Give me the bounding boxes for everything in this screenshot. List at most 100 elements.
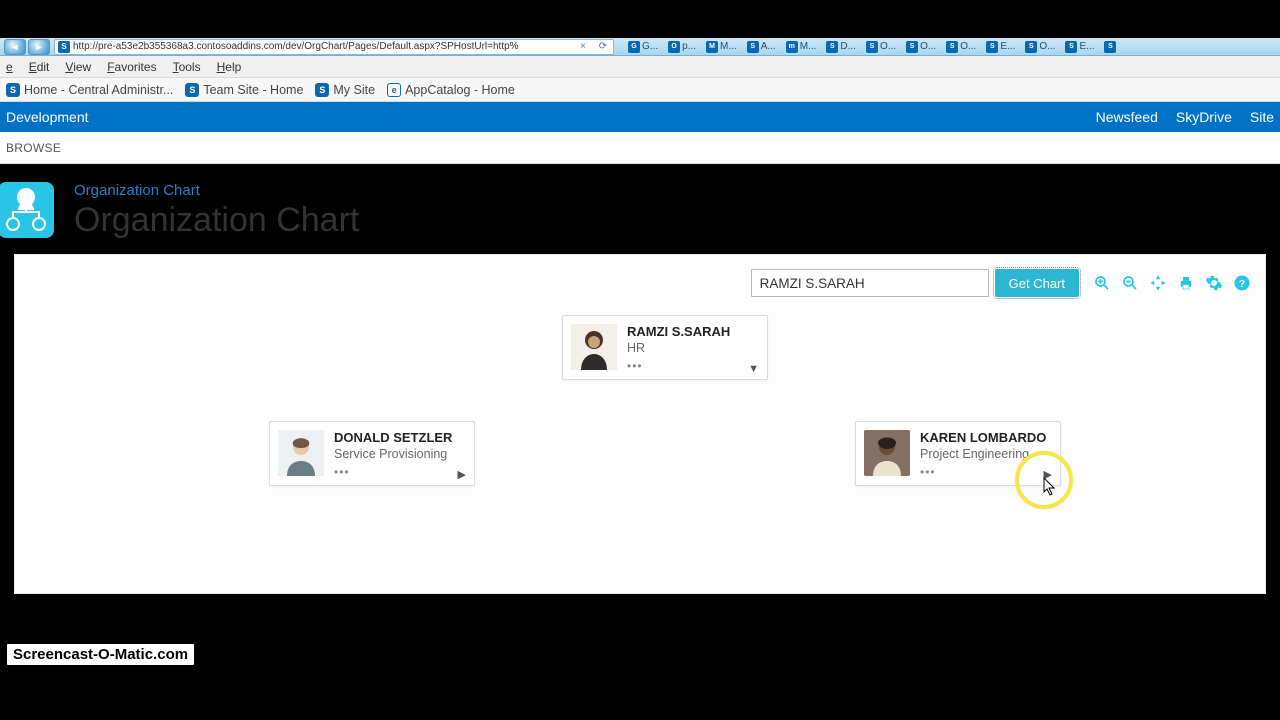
avatar [864,430,910,476]
tab-label: M... [800,41,817,52]
favorite-link[interactable]: e AppCatalog - Home [387,83,515,97]
tab-label: A... [761,41,776,52]
suite-left-label[interactable]: Development [6,109,89,125]
expand-right-icon[interactable]: ▶ [458,468,466,481]
favorite-favicon: S [185,83,199,97]
browser-tab[interactable]: S [1102,41,1120,53]
tab-favicon: S [866,41,878,53]
node-name: DONALD SETZLER [334,430,452,445]
tab-favicon: S [906,41,918,53]
tab-favicon: S [946,41,958,53]
favorite-favicon: S [6,83,20,97]
favorite-link[interactable]: S Home - Central Administr... [6,83,173,97]
sharepoint-favicon: S [58,41,70,53]
stop-icon[interactable]: × [576,40,590,54]
help-icon[interactable]: ? [1233,274,1251,292]
favorite-link[interactable]: S Team Site - Home [185,83,303,97]
favorites-bar: S Home - Central Administr... S Team Site -… [0,78,1280,102]
node-name: RAMZI S.SARAH [627,324,730,339]
tab-label: E... [1000,41,1015,52]
menu-item[interactable]: e [6,60,13,74]
black-letterbox-bottom [0,672,1280,720]
avatar [278,430,324,476]
browser-tab[interactable]: SO... [904,41,938,53]
browser-tab[interactable]: SE... [1063,41,1096,53]
browser-tab[interactable]: SE... [984,41,1017,53]
tab-favicon: S [747,41,759,53]
node-role: Service Provisioning [334,447,452,461]
favorite-favicon: e [387,83,401,97]
tab-favicon: M [706,41,718,53]
menu-item[interactable]: View [65,60,91,74]
favorite-label: AppCatalog - Home [405,83,515,97]
forward-button[interactable]: ► [28,39,50,55]
expand-down-icon[interactable]: ▼ [748,363,759,375]
tab-favicon: O [668,41,680,53]
address-bar[interactable]: S http://pre-a53e2b355368a3.contosoaddin… [54,39,614,55]
node-role: HR [627,341,730,355]
suite-link[interactable]: Newsfeed [1096,109,1158,125]
fit-icon[interactable] [1149,274,1167,292]
breadcrumb-eyebrow[interactable]: Organization Chart [74,182,359,199]
browser-tab[interactable]: MM... [704,41,739,53]
avatar [571,324,617,370]
suite-link[interactable]: SkyDrive [1176,109,1232,125]
refresh-icon[interactable]: ⟳ [596,40,610,54]
tab-favicon: S [1065,41,1077,53]
favorite-label: My Site [333,83,375,97]
node-more-icon[interactable]: ••• [627,359,730,373]
tab-label: p... [682,41,696,52]
browser-tab[interactable]: SD... [824,41,858,53]
browser-tab[interactable]: Op... [666,41,698,53]
get-chart-button[interactable]: Get Chart [995,269,1079,297]
suite-link[interactable]: Site [1250,109,1274,125]
node-left[interactable]: DONALD SETZLER Service Provisioning ••• … [269,421,475,486]
menu-item[interactable]: Edit [29,60,50,74]
browser-tab[interactable]: SO... [1023,41,1057,53]
orgchart-app-logo [0,182,54,238]
browse-label: BROWSE [6,141,61,155]
tab-label: O... [1039,41,1055,52]
favorite-label: Team Site - Home [203,83,303,97]
menu-item[interactable]: Help [217,60,242,74]
sharepoint-suite-bar: Development Newsfeed SkyDrive Site [0,102,1280,132]
mouse-pointer-icon [1043,477,1057,497]
browser-tab[interactable]: SA... [745,41,778,53]
tab-favicon: S [1025,41,1037,53]
zoom-in-icon[interactable] [1093,274,1111,292]
ribbon-browse-tab[interactable]: BROWSE [0,132,1280,164]
tab-label: E... [1079,41,1094,52]
browser-menu-bar: e Edit View Favorites Tools Help [0,56,1280,78]
back-button[interactable]: ◄ [4,39,26,55]
menu-item[interactable]: Favorites [107,60,156,74]
print-icon[interactable] [1177,274,1195,292]
node-more-icon[interactable]: ••• [334,465,452,479]
search-input[interactable] [751,269,989,297]
tab-label: O... [880,41,896,52]
favorite-link[interactable]: S My Site [315,83,375,97]
svg-text:?: ? [1239,278,1245,290]
node-name: KAREN LOMBARDO [920,430,1046,445]
browser-address-bar-area: ◄ ► S http://pre-a53e2b355368a3.contosoa… [0,38,1280,56]
browser-tab[interactable]: mM... [784,41,819,53]
browser-tab[interactable]: SO... [944,41,978,53]
browser-tab[interactable]: GG... [626,41,660,53]
zoom-out-icon[interactable] [1121,274,1139,292]
favorite-label: Home - Central Administr... [24,83,173,97]
tab-favicon: m [786,41,798,53]
favorite-favicon: S [315,83,329,97]
node-root[interactable]: RAMZI S.SARAH HR ••• ▼ [562,315,768,380]
page-title: Organization Chart [74,201,359,240]
browser-tabs: GG...Op...MM...SA...mM...SD...SO...SO...… [626,41,1120,53]
tab-label: O... [920,41,936,52]
settings-icon[interactable] [1205,274,1223,292]
orgchart-toolbar: Get Chart ? [29,269,1251,297]
tab-label: O... [960,41,976,52]
tab-label: M... [720,41,737,52]
tab-favicon: S [826,41,838,53]
black-letterbox-top [0,0,1280,38]
chart-area[interactable]: RAMZI S.SARAH HR ••• ▼ DONALD SETZLER Se… [29,309,1251,539]
browser-tab[interactable]: SO... [864,41,898,53]
menu-item[interactable]: Tools [173,60,201,74]
tab-favicon: S [986,41,998,53]
